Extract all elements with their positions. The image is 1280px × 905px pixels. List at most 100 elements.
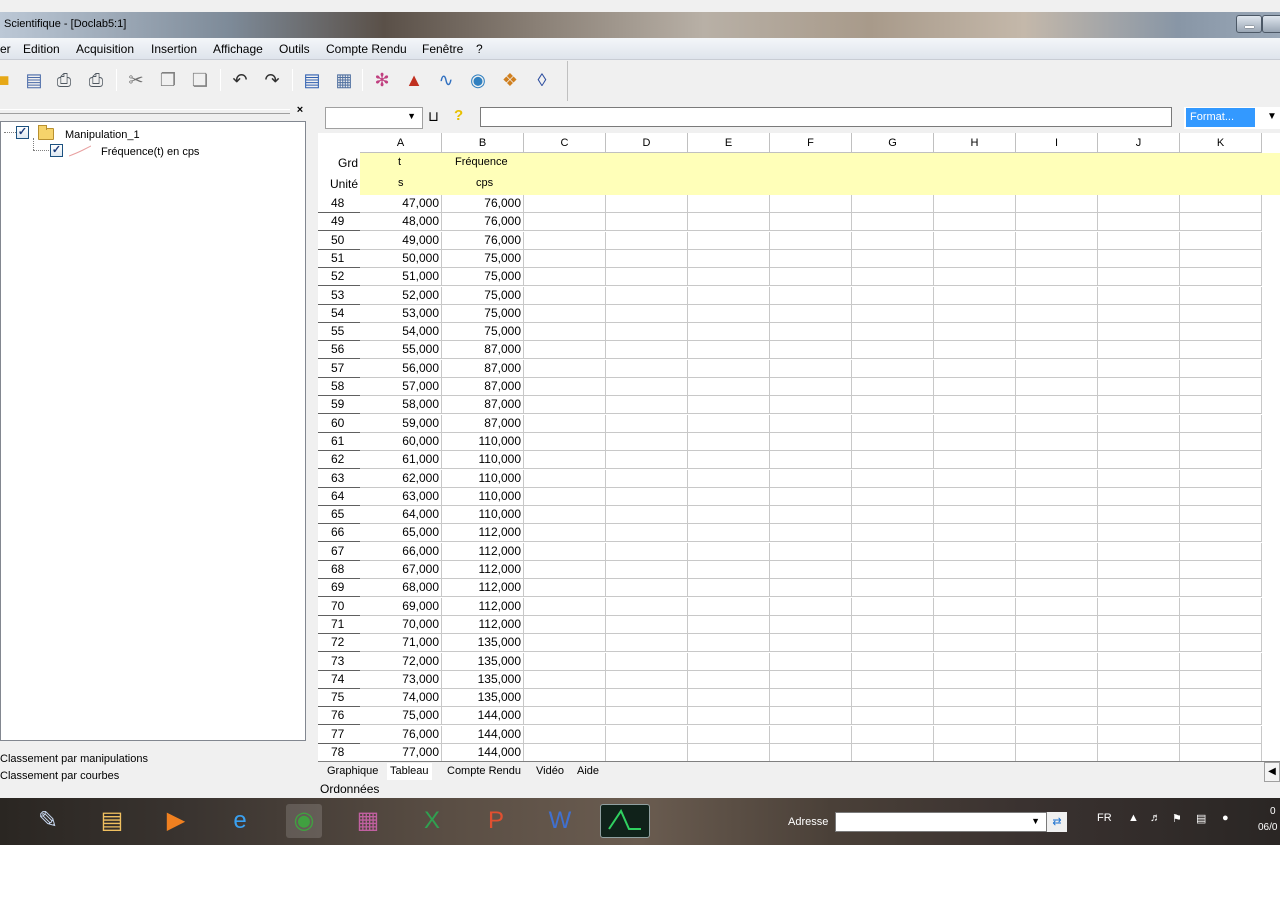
cell-f[interactable] [770,268,852,287]
winrar-icon[interactable]: ▦ [350,804,386,838]
cell-c[interactable] [524,304,606,323]
cell-j[interactable] [1098,707,1180,726]
cell-j[interactable] [1098,231,1180,250]
column-header-b[interactable]: B [442,133,524,153]
cell-i[interactable] [1016,323,1098,342]
graph-window-icon[interactable]: ▤ [300,68,324,92]
maximize-button[interactable] [1262,15,1280,33]
row-number[interactable]: 65 [318,506,360,525]
cell-b[interactable]: 75,000 [442,268,524,287]
cell-e[interactable] [688,414,770,433]
cell-g[interactable] [852,378,934,396]
tree-item-curve[interactable]: Fréquence(t) en cps [101,146,199,158]
cell-h[interactable] [934,524,1016,543]
cell-d[interactable] [606,304,688,323]
cell-d[interactable] [606,542,688,561]
row-number[interactable]: 54 [318,304,360,323]
cell-i[interactable] [1016,469,1098,488]
cell-i[interactable] [1016,725,1098,744]
cell-d[interactable] [606,286,688,305]
cell-c[interactable] [524,323,606,342]
cell-i[interactable] [1016,597,1098,616]
help-icon[interactable]: ? [454,107,468,125]
cell-k[interactable] [1180,542,1262,561]
menu-edition[interactable]: Edition [23,42,60,56]
cell-h[interactable] [934,213,1016,232]
column-header-k[interactable]: K [1180,133,1262,153]
cell-h[interactable] [934,744,1016,761]
cell-i[interactable] [1016,378,1098,396]
cell-b[interactable]: 112,000 [442,615,524,634]
cell-h[interactable] [934,286,1016,305]
file-explorer-icon[interactable]: ▤ [94,804,130,838]
row-number[interactable]: 78 [318,744,360,761]
cell-k[interactable] [1180,487,1262,506]
word-icon[interactable]: W [542,804,578,838]
cell-g[interactable] [852,542,934,561]
cell-g[interactable] [852,268,934,287]
cell-a[interactable]: 55,000 [360,341,442,360]
cell-j[interactable] [1098,615,1180,634]
cell-b[interactable]: 110,000 [442,469,524,488]
row-number[interactable]: 57 [318,359,360,378]
cell-e[interactable] [688,524,770,543]
column-header-j[interactable]: J [1098,133,1180,153]
cell-a[interactable]: 67,000 [360,561,442,579]
cell-c[interactable] [524,213,606,232]
cell-j[interactable] [1098,378,1180,396]
sort-by-manipulations[interactable]: Classement par manipulations [0,753,148,765]
cell-f[interactable] [770,689,852,708]
cell-a[interactable]: 73,000 [360,670,442,689]
cell-k[interactable] [1180,323,1262,342]
cell-a[interactable]: 64,000 [360,506,442,525]
cell-f[interactable] [770,249,852,268]
menu-outils[interactable]: Outils [279,42,310,56]
tab-tableau[interactable]: Tableau [387,763,432,780]
address-input[interactable]: ▼ [835,812,1047,832]
cell-k[interactable] [1180,378,1262,396]
cell-e[interactable] [688,286,770,305]
cell-e[interactable] [688,451,770,470]
network-icon[interactable]: ▤ [1196,812,1206,825]
cell-k[interactable] [1180,432,1262,451]
cell-e[interactable] [688,615,770,634]
cell-h[interactable] [934,579,1016,598]
cell-h[interactable] [934,414,1016,433]
cell-a[interactable]: 47,000 [360,195,442,213]
sort-by-curves[interactable]: Classement par courbes [0,770,119,782]
cell-a[interactable]: 66,000 [360,542,442,561]
cell-g[interactable] [852,213,934,232]
row-number[interactable]: 74 [318,670,360,689]
row-number[interactable]: 50 [318,231,360,250]
cell-k[interactable] [1180,579,1262,598]
cell-f[interactable] [770,414,852,433]
cell-c[interactable] [524,378,606,396]
cell-g[interactable] [852,304,934,323]
cell-d[interactable] [606,670,688,689]
cell-j[interactable] [1098,304,1180,323]
cell-b[interactable]: 135,000 [442,670,524,689]
row-number[interactable]: 64 [318,487,360,506]
cell-g[interactable] [852,432,934,451]
cell-g[interactable] [852,195,934,213]
cell-j[interactable] [1098,396,1180,415]
cell-g[interactable] [852,634,934,653]
cell-a[interactable]: 60,000 [360,432,442,451]
cell-a[interactable]: 62,000 [360,469,442,488]
tab-aide[interactable]: Aide [574,763,602,780]
cell-c[interactable] [524,268,606,287]
cell-f[interactable] [770,396,852,415]
cell-d[interactable] [606,652,688,671]
cell-b[interactable]: 76,000 [442,213,524,232]
cell-b[interactable]: 87,000 [442,341,524,360]
acquisition-icon[interactable]: ▲ [402,68,426,92]
cell-c[interactable] [524,524,606,543]
internet-explorer-icon[interactable]: e [222,804,258,838]
cell-c[interactable] [524,195,606,213]
cell-a[interactable]: 61,000 [360,451,442,470]
cell-e[interactable] [688,341,770,360]
row-number[interactable]: 66 [318,524,360,543]
cell-b[interactable]: 75,000 [442,286,524,305]
cell-e[interactable] [688,268,770,287]
cell-j[interactable] [1098,506,1180,525]
